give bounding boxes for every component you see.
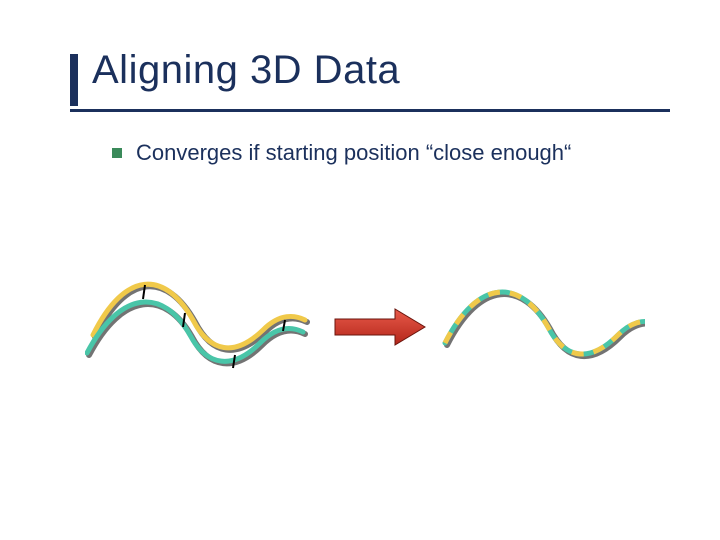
bullet-row: Converges if starting position “close en… bbox=[112, 140, 571, 166]
slide: Aligning 3D Data Converges if starting p… bbox=[0, 0, 720, 540]
arrow-right-icon bbox=[335, 309, 425, 345]
bullet-square-icon bbox=[112, 148, 122, 158]
title-accent-bar bbox=[70, 54, 78, 106]
right-curves-aligned bbox=[445, 292, 645, 356]
left-curves-misaligned bbox=[87, 284, 307, 368]
slide-title: Aligning 3D Data bbox=[92, 48, 400, 93]
bullet-text: Converges if starting position “close en… bbox=[136, 140, 571, 166]
left-teal-curve bbox=[87, 302, 303, 361]
title-underline bbox=[70, 109, 670, 112]
alignment-figure bbox=[85, 265, 645, 385]
